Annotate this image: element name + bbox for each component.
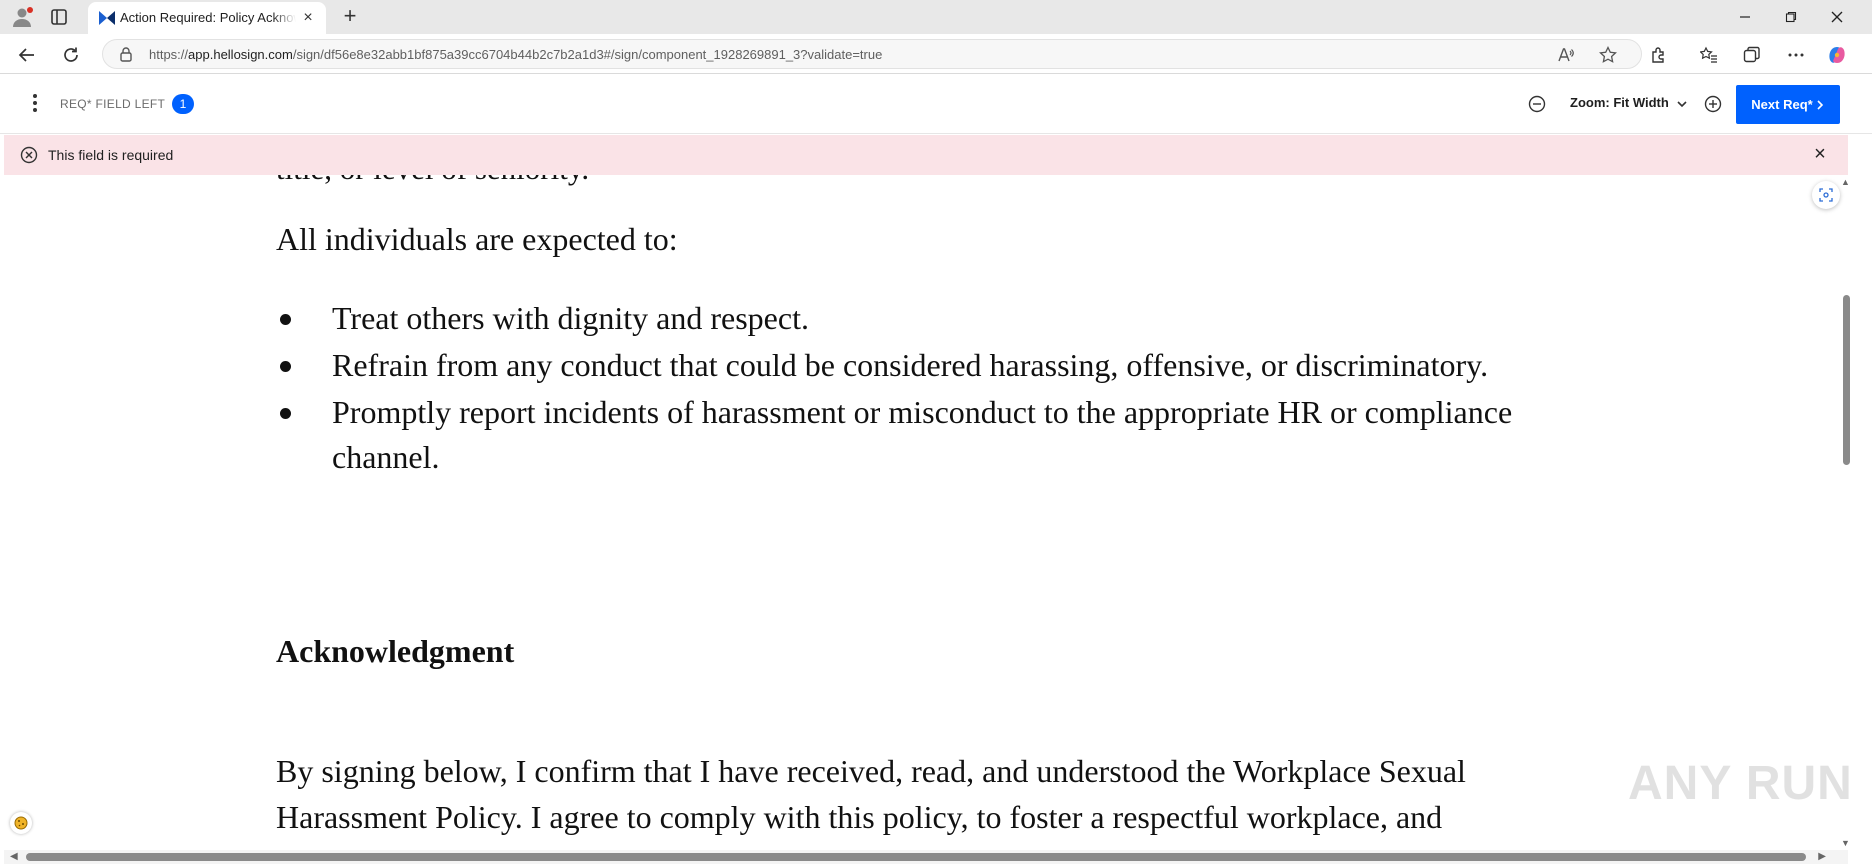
more-menu-icon[interactable] <box>1783 42 1809 68</box>
active-tab[interactable]: Action Required: Policy Acknowledgment × <box>88 2 326 34</box>
list-item: Promptly report incidents of harassment … <box>276 390 1616 480</box>
list-item: Treat others with dignity and respect. <box>276 296 1616 341</box>
required-fields-label: REQ* FIELD LEFT <box>60 97 166 111</box>
url-text[interactable]: https://app.hellosign.com/sign/df56e8e32… <box>149 47 882 62</box>
new-tab-button[interactable]: + <box>338 5 362 29</box>
scroll-up-icon[interactable]: ▲ <box>1841 177 1850 187</box>
zoom-out-icon[interactable] <box>1527 94 1547 114</box>
bullet-icon <box>280 361 291 372</box>
zoom-in-icon[interactable] <box>1703 94 1723 114</box>
watermark-logo: ANY RUN <box>1628 757 1853 810</box>
browser-tab-strip: Action Required: Policy Acknowledgment ×… <box>0 0 1872 34</box>
scroll-down-icon[interactable]: ▼ <box>1841 838 1850 848</box>
vertical-scrollbar[interactable]: ▲ ▼ <box>1840 175 1852 850</box>
document-viewer[interactable]: title, or level of seniority. All indivi… <box>4 175 1848 850</box>
minimize-icon[interactable] <box>1722 0 1768 34</box>
hellosign-favicon-icon <box>98 10 116 26</box>
document-paragraph: All individuals are expected to: <box>276 221 678 257</box>
validation-error-banner: This field is required × <box>4 135 1848 175</box>
bullet-icon <box>280 314 291 325</box>
kebab-menu-icon[interactable] <box>30 94 40 114</box>
bullet-icon <box>280 408 291 419</box>
read-aloud-icon[interactable] <box>1557 46 1575 64</box>
tab-title: Action Required: Policy Acknowledgment <box>120 10 296 25</box>
browser-nav-bar: https://app.hellosign.com/sign/df56e8e32… <box>0 34 1872 74</box>
collections-icon[interactable] <box>1739 42 1765 68</box>
chevron-down-icon <box>1677 100 1687 107</box>
zoom-select-label: Zoom: Fit Width <box>1570 95 1669 110</box>
next-required-button[interactable]: Next Req* <box>1736 85 1840 124</box>
favorites-icon[interactable] <box>1696 42 1722 68</box>
error-circle-icon <box>20 146 38 164</box>
horizontal-scrollbar[interactable]: ◀ ▶ <box>4 850 1848 864</box>
signer-toolbar: REQ* FIELD LEFT 1 Zoom: Fit Width Next R… <box>0 74 1872 134</box>
reload-icon[interactable] <box>58 42 84 68</box>
acknowledgment-paragraph: By signing below, I confirm that I have … <box>276 753 1466 835</box>
cookie-settings-icon[interactable] <box>10 812 32 834</box>
restore-icon[interactable] <box>1768 0 1814 34</box>
required-count-badge: 1 <box>172 94 194 114</box>
back-icon[interactable] <box>14 42 40 68</box>
scroll-right-icon[interactable]: ▶ <box>1818 851 1826 862</box>
next-required-label: Next Req* <box>1751 97 1813 112</box>
section-heading: Acknowledgment <box>276 633 515 669</box>
address-bar[interactable]: https://app.hellosign.com/sign/df56e8e32… <box>102 39 1642 69</box>
close-window-icon[interactable] <box>1814 0 1860 34</box>
dismiss-banner-icon[interactable]: × <box>1810 144 1830 164</box>
zoom-select[interactable]: Zoom: Fit Width <box>1570 95 1688 110</box>
vertical-scroll-thumb[interactable] <box>1843 295 1850 465</box>
copilot-icon[interactable] <box>1824 42 1850 68</box>
tab-actions-icon[interactable] <box>50 8 68 26</box>
profile-icon[interactable] <box>10 5 34 29</box>
scroll-left-icon[interactable]: ◀ <box>10 851 18 862</box>
arrow-right-icon <box>1817 99 1823 110</box>
expectations-list: Treat others with dignity and respect. R… <box>276 296 1616 482</box>
screen-capture-icon[interactable] <box>1812 181 1840 209</box>
close-tab-icon[interactable]: × <box>300 10 316 26</box>
partial-text-line: title, or level of seniority. <box>276 175 589 187</box>
horizontal-scroll-thumb[interactable] <box>26 853 1806 861</box>
favorite-star-icon[interactable] <box>1599 45 1617 64</box>
extensions-icon[interactable] <box>1646 42 1672 68</box>
error-message: This field is required <box>48 147 174 163</box>
list-item: Refrain from any conduct that could be c… <box>276 343 1616 388</box>
lock-icon[interactable] <box>119 47 133 62</box>
